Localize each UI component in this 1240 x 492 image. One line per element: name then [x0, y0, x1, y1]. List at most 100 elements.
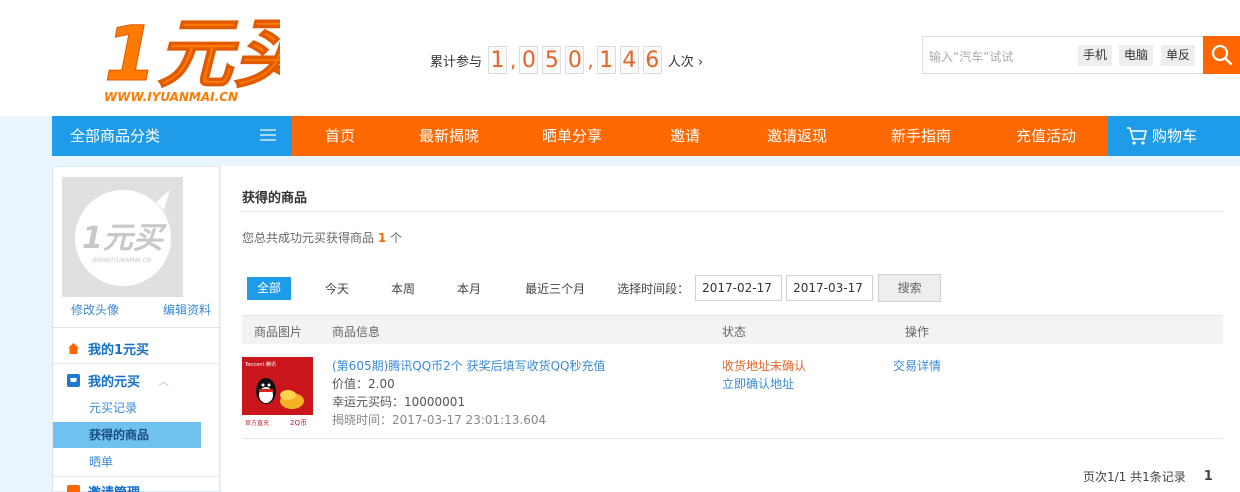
pagination: 页次1/1 共1条记录 1 — [1083, 468, 1213, 485]
qq-coin-image: Tencent 腾讯 官方直充 2Q币 — [242, 357, 313, 430]
sidebar-item-records[interactable]: 元买记录 — [53, 395, 201, 421]
product-info: (第605期)腾讯QQ币2个 获奖后填写收货QQ秒充值 价值：2.00 幸运元买… — [332, 357, 606, 429]
home-icon — [68, 343, 79, 354]
sidebar-item-won-goods[interactable]: 获得的商品 — [53, 422, 201, 448]
sidebar-mine-label: 我的元买 — [88, 375, 141, 390]
counter-comma: , — [587, 48, 594, 72]
date-to-input[interactable]: 2017-03-17 — [786, 275, 874, 301]
sidebar-divider — [53, 476, 219, 477]
all-categories-label: 全部商品分类 — [70, 127, 161, 145]
chevron-right-icon: › — [697, 54, 704, 70]
sidebar: 1元买 WWW.IYUANMAI.CN 修改头像 编辑资料 我的1元买 我的元买… — [52, 166, 220, 492]
sidebar-home-label: 我的1元买 — [88, 343, 150, 358]
lucky-code: 幸运元买码：10000001 — [332, 395, 466, 409]
header: 1元买 WWW.IYUANMAI.CN 累计参与 1 , 0 5 0 , 1 4… — [0, 0, 1240, 116]
trade-details-link[interactable]: 交易详情 — [893, 357, 941, 374]
time-filters: 全部 今天 本周 本月 最近三个月 选择时间段： 2017-02-17 2017… — [247, 274, 942, 302]
won-summary: 您总共成功元买获得商品 1 个 — [242, 229, 402, 246]
all-categories-menu[interactable]: 全部商品分类 — [52, 116, 292, 156]
avatar-links: 修改头像 编辑资料 — [71, 301, 211, 318]
product-title-link[interactable]: (第605期)腾讯QQ币2个 获奖后填写收货QQ秒充值 — [332, 357, 606, 375]
pager-summary: 页次1/1 共1条记录 — [1083, 470, 1186, 484]
nav-bar: 首页 最新揭晓 晒单分享 邀请 邀请返现 新手指南 充值活动 — [292, 116, 1108, 156]
main-nav: 全部商品分类 首页 最新揭晓 晒单分享 邀请 邀请返现 新手指南 充值活动 购物… — [0, 116, 1240, 156]
search-tag-camera[interactable]: 单反 — [1161, 45, 1196, 66]
col-action: 操作 — [905, 325, 930, 339]
main-panel: 获得的商品 您总共成功元买获得商品 1 个 全部 今天 本周 本月 最近三个月 … — [221, 166, 1240, 492]
avatar-logo-text: 1元买 — [82, 221, 168, 256]
table-row: Tencent 腾讯 官方直充 2Q币 (第605期)腾讯QQ币2个 获奖后填写… — [242, 344, 1223, 439]
nav-item-latest[interactable]: 最新揭晓 — [388, 116, 510, 156]
logo-url: WWW.IYUANMAI.CN — [104, 90, 238, 104]
participation-counter: 累计参与 1 , 0 5 0 , 1 4 6 人次 › — [430, 44, 703, 76]
nav-item-home[interactable]: 首页 — [292, 116, 388, 156]
chevron-up-icon: ︿ — [158, 374, 170, 388]
counter-suffix-link[interactable]: 人次 › — [668, 51, 703, 70]
nav-item-share[interactable]: 晒单分享 — [510, 116, 634, 156]
filter-today[interactable]: 今天 — [325, 280, 349, 297]
site-logo[interactable]: 1元买 WWW.IYUANMAI.CN — [100, 0, 321, 108]
date-search-button[interactable]: 搜索 — [878, 274, 942, 302]
filter-week[interactable]: 本周 — [391, 280, 415, 297]
nav-item-invite[interactable]: 邀请 — [634, 116, 736, 156]
sidebar-section-invite[interactable]: 邀请管理 — [67, 482, 140, 492]
status-text: 收货地址未确认 — [722, 359, 807, 373]
col-status: 状态 — [722, 325, 747, 339]
reveal-time: 揭晓时间：2017-03-17 23:01:13.604 — [332, 413, 547, 427]
counter-digit: 5 — [542, 46, 562, 74]
search-tag-phone[interactable]: 手机 — [1078, 45, 1113, 66]
nav-item-guide[interactable]: 新手指南 — [858, 116, 984, 156]
nav-item-invite-cashback[interactable]: 邀请返现 — [736, 116, 858, 156]
order-status: 收货地址未确认 立即确认地址 — [722, 357, 806, 393]
col-image: 商品图片 — [254, 325, 303, 339]
col-info: 商品信息 — [332, 325, 381, 339]
counter-label: 累计参与 — [430, 54, 483, 70]
search-button[interactable] — [1203, 36, 1240, 74]
filter-three-months[interactable]: 最近三个月 — [525, 280, 585, 297]
cart-button[interactable]: 购物车 — [1108, 116, 1240, 156]
cart-label: 购物车 — [1152, 127, 1198, 145]
cart-icon — [1127, 127, 1147, 145]
counter-suffix: 人次 — [667, 54, 694, 70]
search-tag-computer[interactable]: 电脑 — [1119, 45, 1154, 66]
search-input[interactable]: 输入“汽车”试试 手机 电脑 单反 — [922, 36, 1203, 74]
date-range-label: 选择时间段： — [617, 281, 690, 296]
edit-avatar-link[interactable]: 修改头像 — [71, 301, 119, 318]
edit-profile-link[interactable]: 编辑资料 — [163, 301, 211, 318]
counter-digit: 6 — [642, 46, 662, 74]
pager-current-page[interactable]: 1 — [1204, 469, 1213, 484]
cart-small-icon — [67, 374, 80, 387]
sidebar-section-mine[interactable]: 我的元买 ︿ — [67, 371, 169, 390]
confirm-address-link[interactable]: 立即确认地址 — [722, 375, 806, 393]
counter-digit: 4 — [619, 46, 639, 74]
filter-month[interactable]: 本月 — [457, 280, 481, 297]
sidebar-item-home[interactable]: 我的1元买 — [67, 339, 149, 358]
counter-digit: 0 — [565, 46, 585, 74]
sidebar-divider — [53, 363, 219, 364]
table-header: 商品图片 商品信息 状态 操作 — [242, 315, 1223, 344]
counter-digit: 1 — [596, 46, 616, 74]
product-thumbnail[interactable]: Tencent 腾讯 官方直充 2Q币 — [242, 357, 313, 430]
counter-comma: , — [510, 48, 517, 72]
summary-prefix: 您总共成功元买获得商品 — [242, 231, 375, 245]
date-from-input[interactable]: 2017-02-17 — [695, 275, 783, 301]
thumb-brand: Tencent 腾讯 — [244, 361, 276, 368]
filter-all[interactable]: 全部 — [247, 276, 292, 300]
counter-digit: 0 — [519, 46, 539, 74]
thumb-label-right: 2Q币 — [290, 419, 307, 427]
search-placeholder: 输入“汽车”试试 — [929, 50, 1014, 64]
avatar-logo: 1元买 WWW.IYUANMAI.CN — [74, 190, 171, 286]
invite-icon — [67, 485, 80, 492]
sidebar-item-share[interactable]: 晒单 — [53, 449, 201, 475]
sidebar-divider — [53, 327, 219, 328]
menu-icon — [260, 129, 276, 141]
avatar[interactable]: 1元买 WWW.IYUANMAI.CN — [62, 177, 183, 297]
search-icon — [1211, 44, 1232, 66]
avatar-logo-url: WWW.IYUANMAI.CN — [92, 257, 152, 264]
nav-item-recharge[interactable]: 充值活动 — [984, 116, 1108, 156]
search-bar: 输入“汽车”试试 手机 电脑 单反 — [922, 36, 1240, 74]
sidebar-invite-label: 邀请管理 — [88, 482, 140, 492]
title-divider — [242, 211, 1223, 212]
counter-digit: 1 — [488, 46, 508, 74]
page-title: 获得的商品 — [242, 191, 308, 206]
